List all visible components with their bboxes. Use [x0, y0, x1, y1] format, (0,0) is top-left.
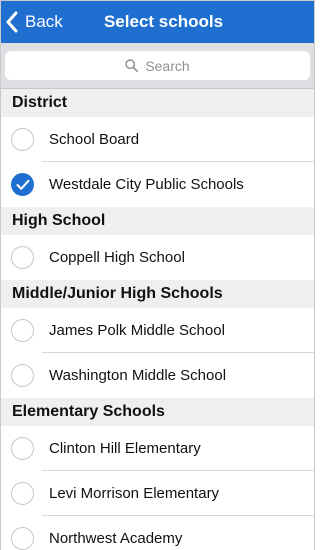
empty-circle-icon[interactable] [11, 364, 34, 387]
list-item[interactable]: Westdale City Public Schools [1, 162, 314, 207]
list-item-label: Westdale City Public Schools [49, 176, 244, 193]
list-item-label: Clinton Hill Elementary [49, 440, 201, 457]
list-item-label: Washington Middle School [49, 367, 227, 384]
search-placeholder: Search [145, 57, 190, 74]
list-item-label: James Polk Middle School [49, 322, 225, 339]
list-item[interactable]: Washington Middle School [1, 353, 314, 398]
empty-circle-icon[interactable] [11, 527, 34, 550]
list-item[interactable]: James Polk Middle School [1, 308, 314, 353]
empty-circle-icon[interactable] [11, 246, 34, 269]
page-title: Select schools [103, 12, 224, 31]
list-item-label: School Board [49, 131, 140, 148]
list-item[interactable]: Northwest Academy [1, 516, 314, 550]
section-header-district: District [1, 89, 314, 117]
list-item[interactable]: Clinton Hill Elementary [1, 426, 314, 471]
list-item-label: Coppell High School [49, 249, 185, 266]
empty-circle-icon[interactable] [11, 128, 34, 151]
section-header-elementary: Elementary Schools [1, 398, 314, 426]
section-header-high-school: High School [1, 207, 314, 235]
search-bar: Search [1, 43, 314, 89]
list-item[interactable]: Coppell High School [1, 235, 314, 280]
list-item-label: Levi Morrison Elementary [49, 485, 220, 502]
empty-circle-icon[interactable] [11, 437, 34, 460]
list-item-label: Northwest Academy [49, 530, 183, 547]
section-header-middle-school: Middle/Junior High Schools [1, 280, 314, 308]
checkmark-icon[interactable] [11, 173, 34, 196]
empty-circle-icon[interactable] [11, 319, 34, 342]
navigation-bar: Back Select schools [1, 1, 314, 43]
school-list: District School Board Westdale City Publ… [1, 89, 314, 550]
empty-circle-icon[interactable] [11, 482, 34, 505]
list-item[interactable]: Levi Morrison Elementary [1, 471, 314, 516]
list-item[interactable]: School Board [1, 117, 314, 162]
search-input[interactable]: Search [5, 51, 310, 80]
search-icon [125, 59, 139, 72]
